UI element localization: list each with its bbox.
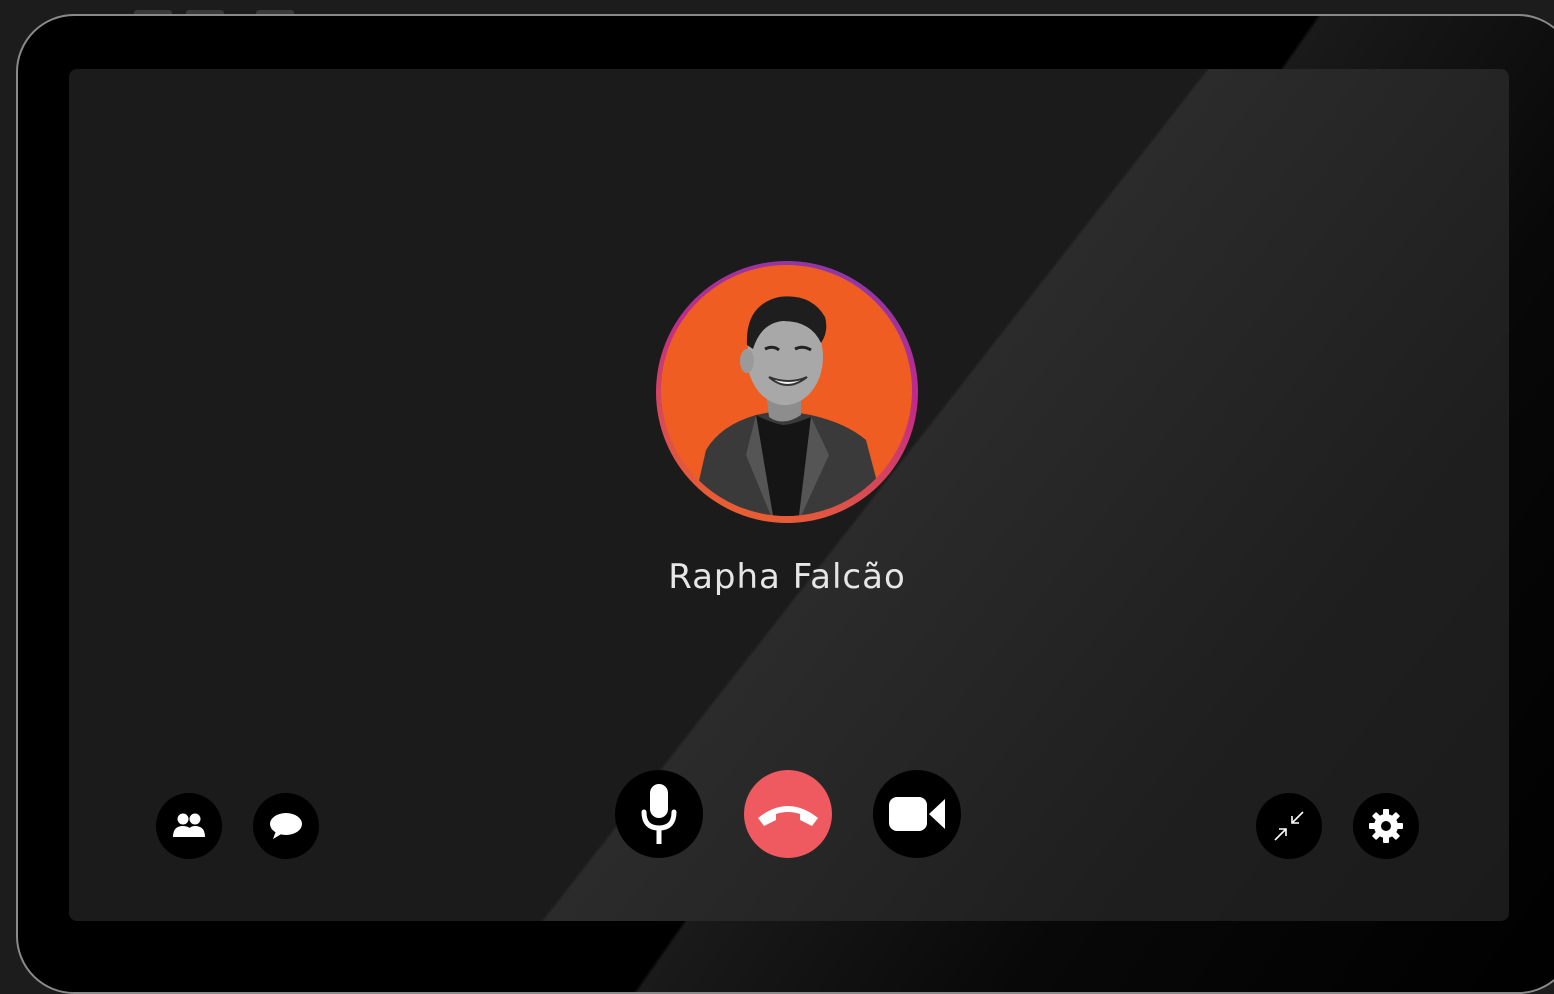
caller-name: Rapha Falcão: [668, 557, 906, 597]
chat-bubble-icon: [270, 813, 302, 839]
phone-hangup-icon: [758, 806, 818, 826]
video-camera-icon: [889, 797, 945, 831]
participants-button[interactable]: [156, 793, 222, 859]
minimize-button[interactable]: [1256, 793, 1322, 859]
microphone-icon: [641, 784, 677, 844]
participants-icon: [173, 813, 205, 837]
chat-button[interactable]: [253, 793, 319, 859]
person-photo: [691, 296, 886, 516]
camera-button[interactable]: [873, 770, 961, 858]
avatar: [661, 265, 912, 516]
minimize-arrows-icon: [1274, 811, 1304, 841]
call-screen: Rapha Falcão: [69, 69, 1509, 921]
end-call-button[interactable]: [744, 770, 832, 858]
settings-button[interactable]: [1353, 793, 1419, 859]
microphone-button[interactable]: [615, 770, 703, 858]
avatar-ring: [656, 261, 918, 523]
gear-icon: [1369, 809, 1403, 843]
tablet-frame: Rapha Falcão: [16, 14, 1554, 994]
